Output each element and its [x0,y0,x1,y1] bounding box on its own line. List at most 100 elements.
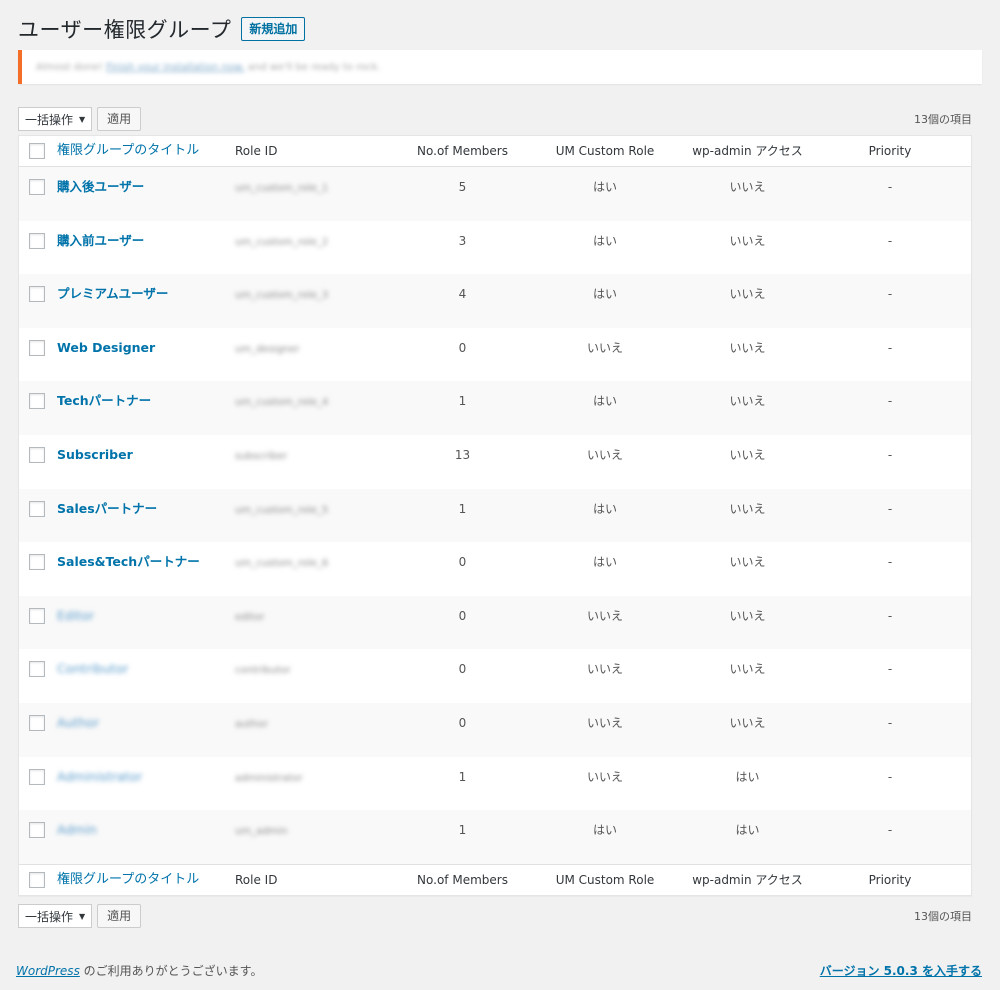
row-title-link[interactable]: Author [57,715,99,730]
bulk-action-label: 一括操作 [25,909,74,924]
apply-button-bottom[interactable]: 適用 [97,904,142,928]
apply-button-top[interactable]: 適用 [97,107,142,131]
row-checkbox[interactable] [29,661,45,678]
row-um-custom-role: はい [592,823,617,838]
row-title-cell: Techパートナー [57,392,235,410]
row-um-custom-role: はい [592,394,617,409]
notice-text-before: Almost done! [36,61,103,73]
select-all-checkbox-footer[interactable] [29,871,45,888]
bulk-action-select-top[interactable]: 一括操作 ▼ [18,107,93,131]
tablenav-bottom: 一括操作 ▼ 適用 13個の項目 [18,903,972,929]
row-wp-admin: はい [735,823,760,838]
add-new-button[interactable]: 新規追加 [241,17,306,41]
column-priority-footer: Priority [868,872,912,887]
row-checkbox[interactable] [29,446,45,463]
row-members: 0 [458,662,467,677]
row-title-cell: Author [57,714,235,732]
row-priority: - [887,715,893,730]
row-role-id-cell: um_custom_role_5 [235,500,385,520]
row-role-id: um_designer [235,343,300,355]
row-role-id: subscriber [235,450,288,462]
row-title-link[interactable]: Web Designer [57,340,155,355]
table-row: 購入後ユーザー um_custom_role_1 5 はい いいえ - [19,167,971,221]
row-role-id-cell: um_custom_role_4 [235,392,385,412]
notice-link[interactable]: Finish your installation now. [106,62,245,73]
row-title-link[interactable]: Subscriber [57,447,133,462]
row-role-id-cell: author [235,714,385,734]
row-checkbox[interactable] [29,607,45,624]
table-row: Sales&Techパートナー um_custom_role_6 0 はい いいえ - [19,542,971,596]
column-role-id-header: Role ID [235,144,278,158]
table-header: 権限グループのタイトル Role ID No.of Members UM Cus… [19,136,971,167]
row-wp-admin: いいえ [729,608,766,623]
row-checkbox[interactable] [29,179,45,195]
row-checkbox[interactable] [29,714,45,731]
row-priority: - [887,287,893,302]
row-title-cell: 購入前ユーザー [57,232,235,250]
table-row: Admin um_admin 1 はい はい - [19,810,971,864]
row-checkbox[interactable] [29,768,45,785]
row-priority: - [887,180,893,194]
row-wp-admin: いいえ [729,501,766,516]
row-wp-admin: はい [735,769,760,784]
row-role-id: editor [235,611,265,623]
row-title-link[interactable]: Sales&Techパートナー [57,554,200,569]
row-checkbox[interactable] [29,393,45,410]
row-title-cell: Subscriber [57,446,235,464]
row-checkbox[interactable] [29,500,45,517]
row-checkbox[interactable] [29,339,45,356]
table-row: Web Designer um_designer 0 いいえ いいえ - [19,328,971,382]
row-title-link[interactable]: Admin [57,822,97,837]
row-members: 3 [458,233,467,248]
row-role-id-cell: administrator [235,768,385,788]
admin-notice: Almost done! Finish your installation no… [18,50,982,84]
row-title-link[interactable]: Salesパートナー [57,501,157,516]
table-row: Administrator administrator 1 いいえ はい - [19,757,971,811]
row-checkbox[interactable] [29,822,45,839]
row-wp-admin: いいえ [729,180,766,194]
select-all-checkbox[interactable] [29,143,45,159]
row-title-link[interactable]: Contributor [57,661,128,676]
row-um-custom-role: はい [592,180,617,194]
column-priority-header: Priority [868,144,912,158]
notice-text-after: and we'll be ready to rock. [247,61,381,73]
row-checkbox-cell [19,392,57,410]
row-um-custom-role: いいえ [586,608,623,623]
row-checkbox[interactable] [29,232,45,249]
row-title-cell: Administrator [57,768,235,786]
row-title-link[interactable]: 購入後ユーザー [57,179,144,194]
bulk-action-label: 一括操作 [25,112,74,127]
row-priority: - [887,823,893,838]
wordpress-link[interactable]: WordPress [16,964,80,978]
column-title-footer[interactable]: 権限グループのタイトル [57,871,235,889]
row-wp-admin: いいえ [729,340,766,355]
row-um-custom-role: はい [592,555,617,570]
row-priority: - [887,501,893,516]
table-row: Salesパートナー um_custom_role_5 1 はい いいえ - [19,488,971,543]
row-checkbox-cell [19,660,57,678]
version-link[interactable]: バージョン 5.0.3 を入手する [820,962,982,979]
row-title-link[interactable]: 購入前ユーザー [57,233,144,248]
row-role-id: um_custom_role_2 [235,236,329,248]
row-title-cell: Salesパートナー [57,500,235,518]
row-priority: - [887,394,893,409]
row-checkbox[interactable] [29,286,45,303]
row-role-id-cell: um_custom_role_1 [235,178,385,198]
row-role-id: um_custom_role_1 [235,183,329,194]
bulk-action-select-bottom[interactable]: 一括操作 ▼ [18,904,93,928]
row-title-link[interactable]: Administrator [57,769,142,784]
row-role-id: contributor [235,665,291,677]
row-title-link[interactable]: Techパートナー [57,393,151,408]
column-members-header: No.of Members [417,144,508,158]
row-role-id-cell: subscriber [235,446,385,466]
row-checkbox-cell [19,178,57,196]
row-checkbox[interactable] [29,554,45,571]
admin-footer: WordPress のご利用ありがとうございます。 バージョン 5.0.3 を入… [16,962,982,979]
row-role-id-cell: editor [235,607,385,627]
row-role-id-cell: um_custom_role_3 [235,285,385,305]
row-title-link[interactable]: プレミアムユーザー [57,286,168,301]
column-title-header[interactable]: 権限グループのタイトル [57,142,235,160]
row-priority: - [887,555,893,570]
row-title-link[interactable]: Editor [57,608,94,623]
item-count-bottom: 13個の項目 [914,910,972,923]
